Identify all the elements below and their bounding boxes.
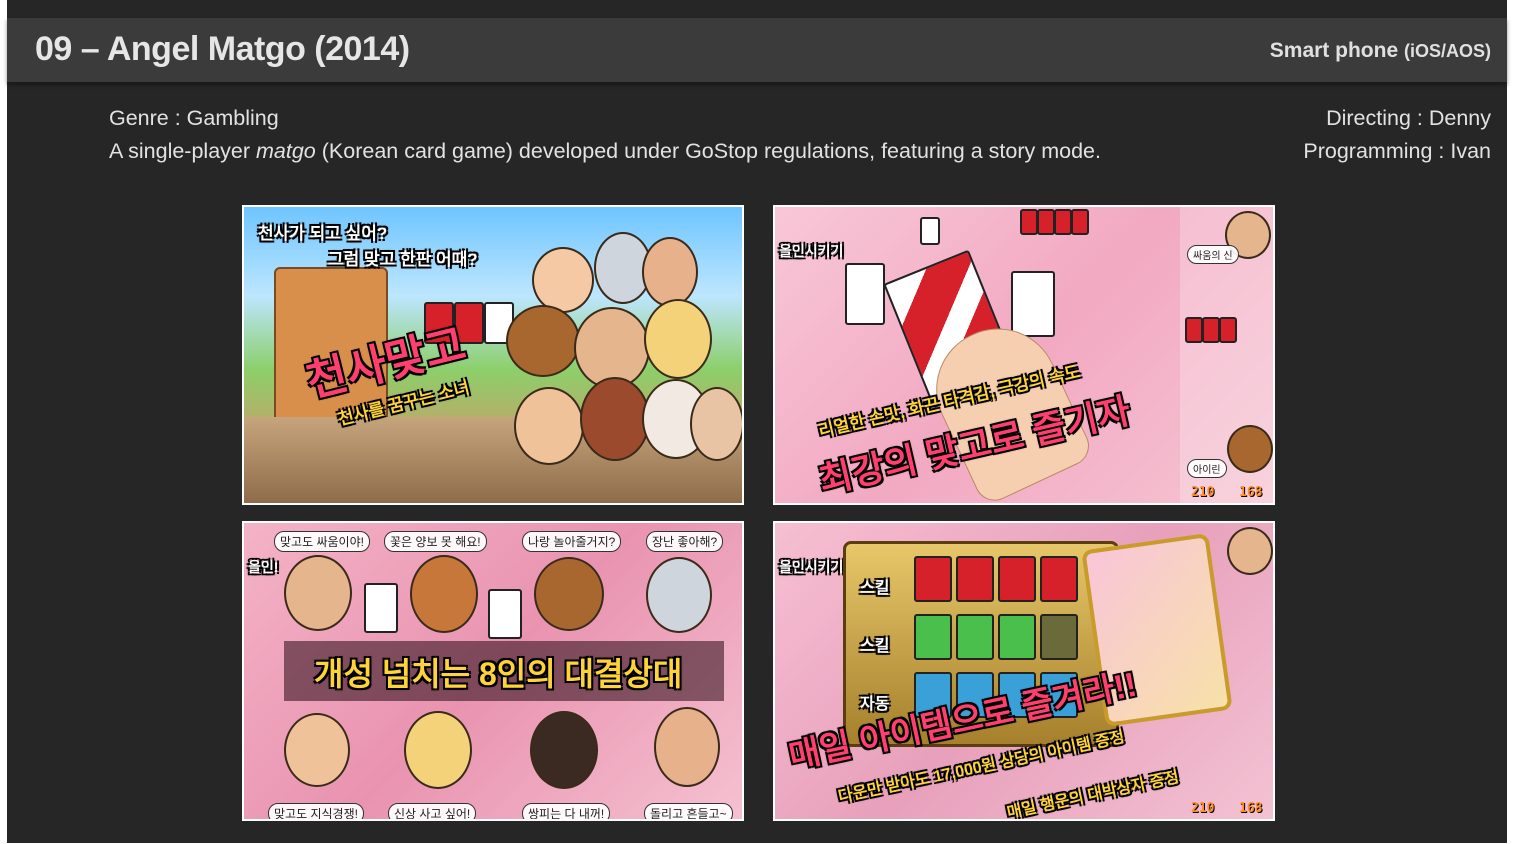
speech-bubble: 맞고도 싸움이야! (274, 531, 370, 552)
character-avatar (284, 713, 350, 787)
speech-bubble: 돌리고 흔들고~ (644, 803, 733, 819)
hwatu-card-icon (1020, 209, 1038, 235)
score-right: 168 (1239, 801, 1263, 816)
screenshot-gameplay-card-slap: 올인시키기 싸움의 신 아이린 210 168 리얼한 손맛, 화끈 타격감, … (773, 205, 1275, 505)
item-slot-icon (998, 556, 1036, 602)
screenshot-opponents: 올인! 맞고도 싸움이야! 꽃은 양보 못 해요! 나랑 놀아줄거지? 장난 좋… (242, 521, 744, 821)
character-avatar (410, 555, 478, 633)
item-slot-icon (1040, 614, 1078, 660)
character-avatar (404, 711, 472, 789)
all-in-label: 올인! (248, 559, 279, 575)
item-slot-icon (956, 556, 994, 602)
item-slot-icon (956, 614, 994, 660)
character-avatar (284, 555, 352, 631)
character-avatar (514, 387, 584, 465)
speech-bubble: 꽃은 양보 못 해요! (384, 531, 487, 552)
speech-bubble: 장난 좋아해? (646, 531, 724, 552)
character-avatar (690, 387, 742, 461)
speech-bubble: 신상 사고 싶어! (388, 803, 477, 819)
page-title: 09 – Angel Matgo (2014) (35, 30, 410, 68)
directing-credit: Directing : Denny (1326, 106, 1491, 130)
speech-bubble: 맞고도 지식경쟁! (268, 803, 364, 819)
hwatu-card-icon (364, 583, 398, 633)
hwatu-card-icon (1219, 317, 1237, 343)
all-in-label: 올인시키기 (779, 559, 844, 575)
character-avatar (580, 377, 650, 461)
item-slot-icon (1040, 556, 1078, 602)
character-avatar (532, 247, 594, 313)
item-slot-icon (914, 556, 952, 602)
item-row-label: 스킬 (860, 580, 890, 597)
description-emphasis: matgo (256, 139, 316, 163)
character-avatar (646, 557, 712, 633)
platform-os: (iOS/AOS) (1403, 41, 1491, 61)
speech-bubble: 쌍피는 다 내꺼! (522, 803, 611, 819)
player-avatar (1227, 425, 1273, 473)
opponents-caption: 개성 넘치는 8인의 대결상대 (314, 656, 683, 692)
character-avatar (530, 711, 598, 789)
genre-text: Genre : Gambling (109, 106, 279, 130)
character-avatar (654, 707, 720, 787)
title-bar: 09 – Angel Matgo (2014) Smart phone (iOS… (7, 18, 1507, 83)
character-avatar (506, 305, 580, 377)
hwatu-card-icon (488, 589, 522, 639)
score-left: 210 (1191, 801, 1215, 816)
character-avatar (644, 299, 712, 379)
item-slot-icon (998, 614, 1036, 660)
opponent-name: 싸움의 신 (1187, 245, 1239, 264)
hwatu-card-icon (1011, 271, 1055, 337)
description-post: (Korean card game) developed under GoSto… (315, 139, 1101, 163)
character-avatar (534, 557, 604, 631)
opponent-avatar (1227, 527, 1273, 575)
tagline-line2: 그럼 맞고 한판 어때? (328, 250, 478, 269)
all-in-label: 올인시키기 (779, 243, 844, 259)
description-pre: A single-player (109, 139, 256, 163)
description-text: A single-player matgo (Korean card game)… (109, 136, 1101, 169)
screenshot-title-screen: 천사가 되고 싶어? 그럼 맞고 한판 어때? 천사맞고 천사를 꿈꾸는 소녀 (242, 205, 744, 505)
hwatu-card-icon (845, 263, 885, 325)
item-row-label: 스킬 (860, 638, 890, 655)
tagline-line1: 천사가 되고 싶어? (258, 224, 388, 243)
item-slot-icon (914, 614, 952, 660)
items-caption-sub2: 매일 행운의 대박상자 증정 (1005, 768, 1181, 821)
character-avatar (642, 237, 698, 307)
speech-bubble: 나랑 놀아줄거지? (522, 531, 622, 552)
hwatu-card-icon (1202, 317, 1220, 343)
hwatu-card-icon (1071, 209, 1089, 235)
screenshot-items: 올인시키기 스킬 스킬 자동 매일 아이템으로 즐겨라!! 다운만 받아도 17… (773, 521, 1275, 821)
platform-name: Smart phone (1269, 39, 1399, 62)
project-info: Genre : Gambling A single-player matgo (… (109, 103, 1101, 169)
slide: 09 – Angel Matgo (2014) Smart phone (iOS… (7, 0, 1507, 843)
score-left: 210 (1191, 485, 1215, 500)
player-name: 아이린 (1187, 459, 1227, 478)
credits: Directing : Denny Programming : Ivan (1303, 103, 1491, 169)
platform-label: Smart phone (iOS/AOS) (1270, 39, 1491, 63)
score-right: 168 (1239, 485, 1263, 500)
hwatu-card-icon (1054, 209, 1072, 235)
hwatu-card-icon (1037, 209, 1055, 235)
programming-credit: Programming : Ivan (1303, 139, 1491, 163)
hwatu-card-icon (920, 217, 940, 245)
hwatu-card-icon (1185, 317, 1203, 343)
